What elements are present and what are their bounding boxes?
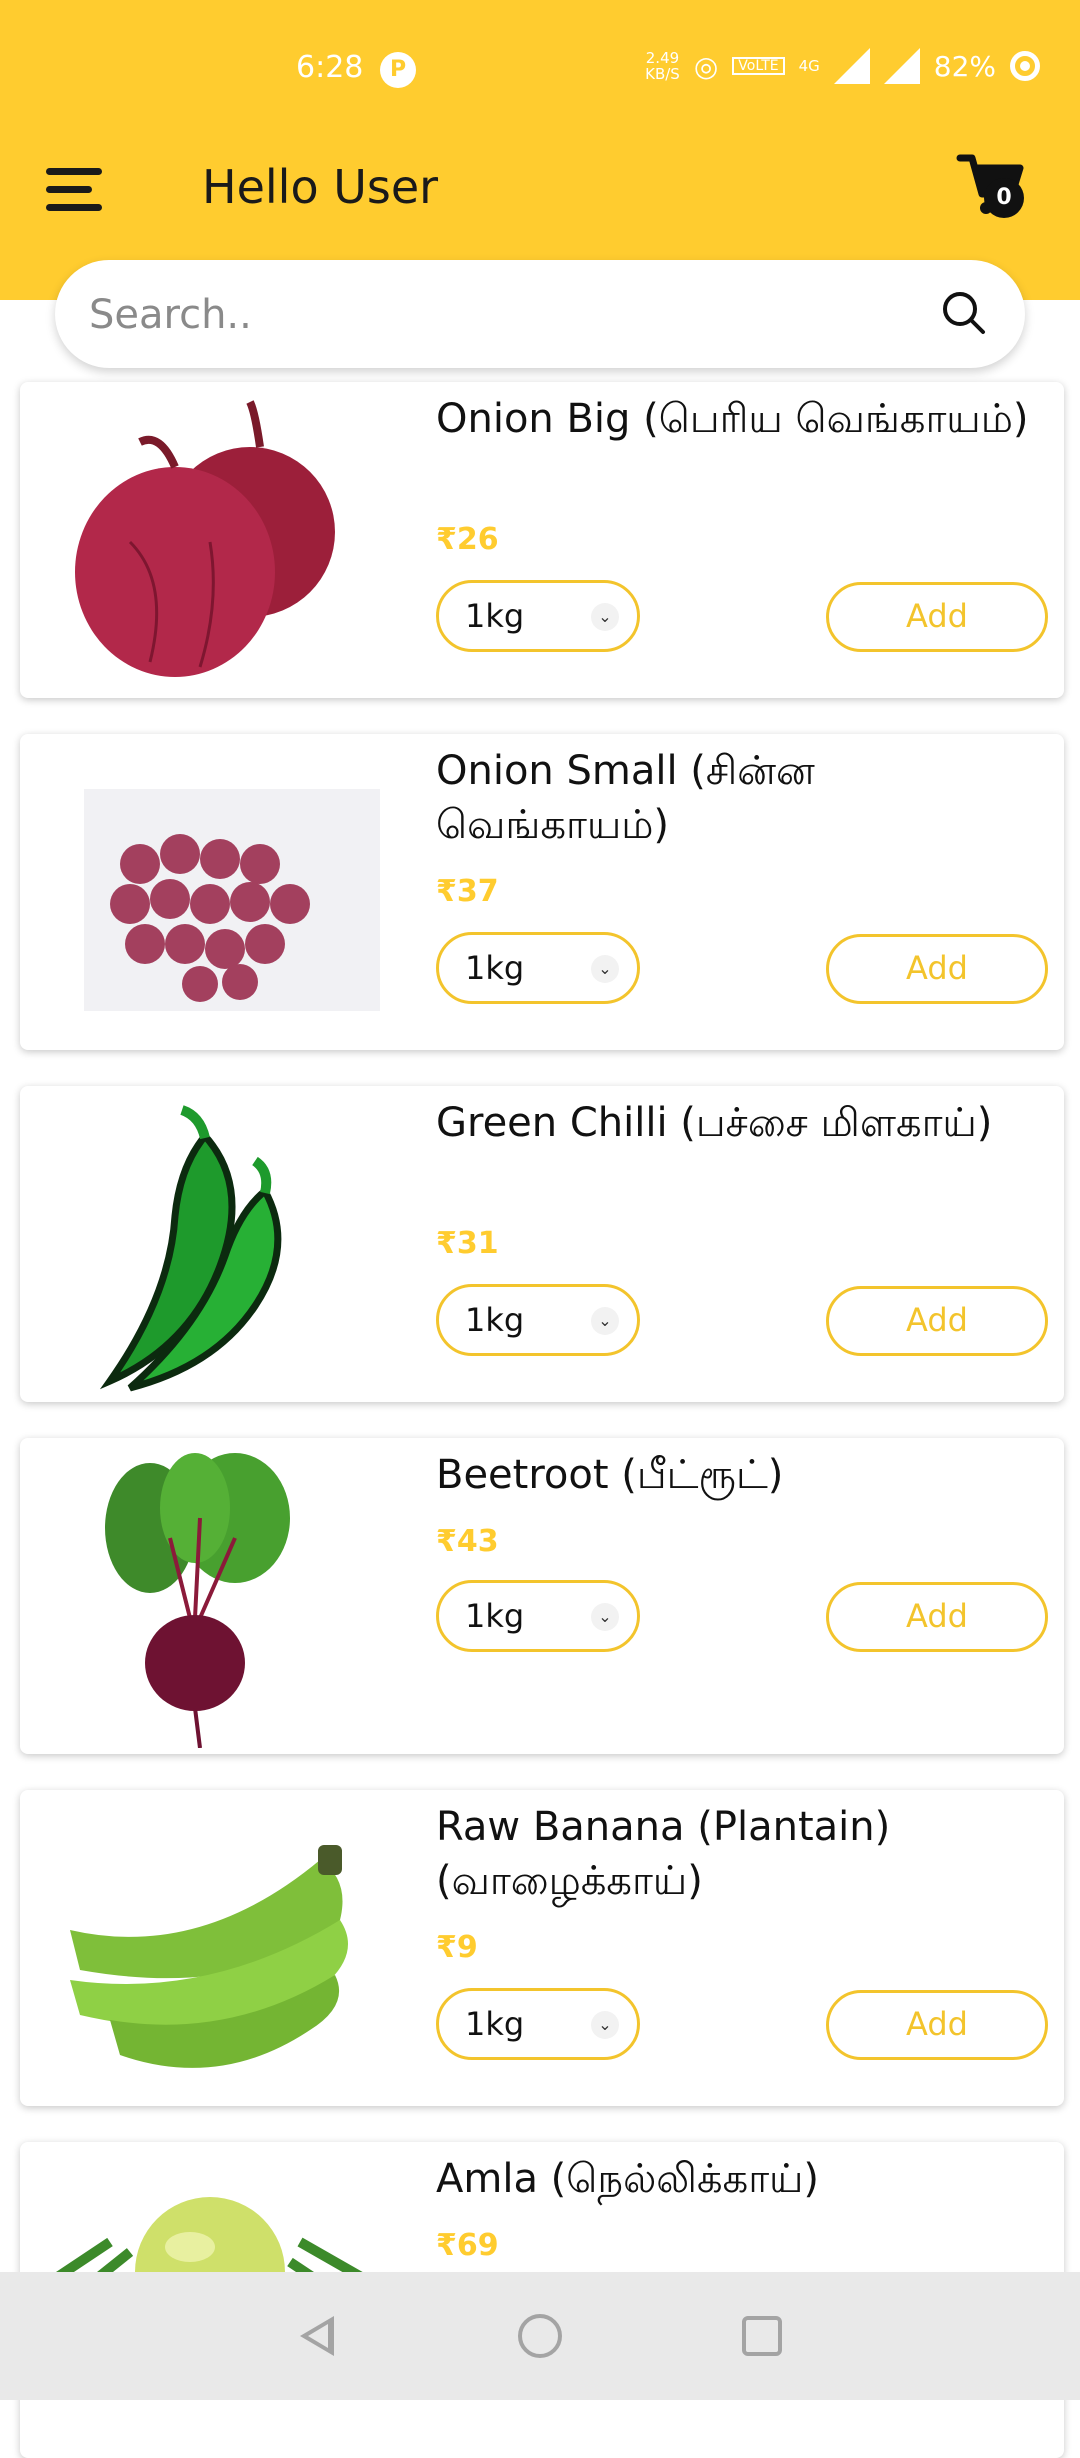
add-button[interactable]: Add bbox=[826, 1286, 1048, 1356]
quantity-value: 1kg bbox=[465, 597, 525, 635]
system-navigation-bar bbox=[0, 2272, 1080, 2400]
quantity-select[interactable]: 1kg ⌄ bbox=[436, 580, 640, 652]
beetroot-image bbox=[105, 1453, 290, 1748]
green-chilli-image bbox=[99, 1105, 282, 1392]
search-bar bbox=[55, 260, 1025, 368]
onion-big-image bbox=[75, 400, 335, 677]
product-name: Amla (நெல்லிக்காய்) bbox=[436, 2156, 819, 2202]
add-button[interactable]: Add bbox=[826, 1582, 1048, 1652]
product-price: ₹9 bbox=[436, 1930, 478, 1965]
search-input[interactable] bbox=[87, 284, 891, 346]
page-title: Hello User bbox=[202, 160, 439, 214]
battery-level: 82% bbox=[933, 49, 996, 83]
product-card[interactable]: Raw Banana (Plantain) (வாழைக்காய்) ₹9 1k… bbox=[20, 1790, 1064, 2106]
product-card[interactable]: Onion Big (பெரிய வெங்காயம்) ₹26 1kg ⌄ Ad… bbox=[20, 382, 1064, 698]
product-price: ₹69 bbox=[436, 2228, 499, 2263]
product-name: Onion Big (பெரிய வெங்காயம்) bbox=[436, 396, 1029, 442]
cart-count-badge: 0 bbox=[984, 178, 1024, 218]
product-card[interactable]: Onion Small (சின்ன வெங்காயம்) ₹37 1kg ⌄ … bbox=[20, 734, 1064, 1050]
quantity-value: 1kg bbox=[465, 2005, 525, 2043]
battery-ring-icon bbox=[1010, 51, 1040, 81]
product-price: ₹26 bbox=[436, 522, 499, 557]
product-price: ₹43 bbox=[436, 1524, 499, 1559]
status-bar: 6:28 P 2.49 KB/S ◎ VoLTE 4G 82% bbox=[0, 0, 1080, 140]
product-name: Onion Small (சின்ன வெங்காயம்) bbox=[436, 748, 815, 848]
quantity-value: 1kg bbox=[465, 1301, 525, 1339]
quantity-value: 1kg bbox=[465, 949, 525, 987]
chevron-down-icon: ⌄ bbox=[591, 603, 619, 631]
chevron-down-icon: ⌄ bbox=[591, 1603, 619, 1631]
quantity-select[interactable]: 1kg ⌄ bbox=[436, 1284, 640, 1356]
raw-banana-image bbox=[70, 1845, 348, 2068]
quantity-value: 1kg bbox=[465, 1597, 525, 1635]
volte-icon: VoLTE bbox=[732, 57, 785, 75]
add-button[interactable]: Add bbox=[826, 1990, 1048, 2060]
add-button[interactable]: Add bbox=[826, 582, 1048, 652]
product-name: Raw Banana (Plantain) (வாழைக்காய்) bbox=[436, 1804, 891, 1904]
status-icons: 2.49 KB/S ◎ VoLTE 4G 82% bbox=[645, 48, 1040, 84]
hotspot-icon: ◎ bbox=[693, 49, 719, 83]
chevron-down-icon: ⌄ bbox=[591, 2011, 619, 2039]
search-icon[interactable] bbox=[939, 288, 989, 338]
chevron-down-icon: ⌄ bbox=[591, 1307, 619, 1335]
shopping-cart-button[interactable]: 0 bbox=[956, 150, 1026, 226]
network-speed: 2.49 KB/S bbox=[645, 49, 680, 83]
onion-small-image bbox=[84, 789, 380, 1011]
signal-2-icon bbox=[883, 48, 920, 84]
quantity-select[interactable]: 1kg ⌄ bbox=[436, 1988, 640, 2060]
product-name: Beetroot (பீட்ரூட்) bbox=[436, 1452, 784, 1498]
add-button[interactable]: Add bbox=[826, 934, 1048, 1004]
app-header: 6:28 P 2.49 KB/S ◎ VoLTE 4G 82% Hello Us… bbox=[0, 0, 1080, 300]
app-notification-icon: P bbox=[380, 52, 416, 88]
hamburger-menu-icon[interactable] bbox=[46, 168, 102, 212]
product-card[interactable]: Beetroot (பீட்ரூட்) ₹43 1kg ⌄ Add bbox=[20, 1438, 1064, 1754]
quantity-select[interactable]: 1kg ⌄ bbox=[436, 932, 640, 1004]
product-price: ₹37 bbox=[436, 874, 499, 909]
back-icon[interactable] bbox=[300, 2316, 334, 2356]
signal-icon bbox=[833, 48, 870, 84]
chevron-down-icon: ⌄ bbox=[591, 955, 619, 983]
recent-apps-icon[interactable] bbox=[742, 2316, 782, 2356]
home-icon[interactable] bbox=[518, 2314, 562, 2358]
product-card[interactable]: Green Chilli (பச்சை மிளகாய்) ₹31 1kg ⌄ A… bbox=[20, 1086, 1064, 1402]
product-name: Green Chilli (பச்சை மிளகாய்) bbox=[436, 1100, 993, 1146]
quantity-select[interactable]: 1kg ⌄ bbox=[436, 1580, 640, 1652]
product-price: ₹31 bbox=[436, 1226, 499, 1261]
network-type: 4G bbox=[798, 57, 820, 75]
status-time: 6:28 bbox=[296, 50, 364, 85]
